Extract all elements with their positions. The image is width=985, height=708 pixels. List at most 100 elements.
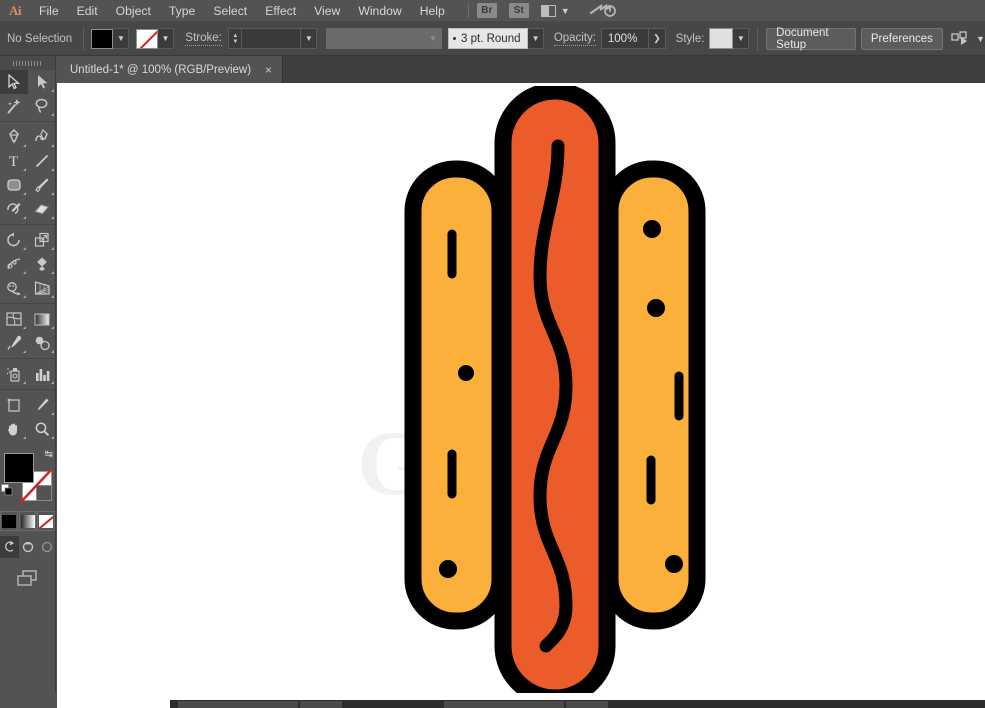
tool-divider-2 [0, 224, 56, 225]
align-chevron-down-icon[interactable]: ▼ [976, 34, 985, 44]
scale-tool[interactable] [28, 228, 56, 252]
tool-divider [0, 121, 56, 122]
document-tab[interactable]: Untitled-1* @ 100% (RGB/Preview) × [56, 56, 283, 83]
brush-definition-dropdown-icon[interactable]: ▼ [528, 28, 544, 49]
style-label: Style: [676, 33, 705, 45]
mesh-tool[interactable] [0, 307, 28, 331]
width-profile-control: ▼ [326, 28, 442, 49]
arrange-documents-icon[interactable]: ▼ [541, 5, 570, 17]
column-graph-tool[interactable] [28, 362, 56, 386]
magic-wand-tool[interactable] [0, 94, 28, 118]
opacity-expand-icon[interactable]: ❯ [649, 28, 666, 49]
artboard-tool[interactable] [0, 393, 28, 417]
align-objects-icon[interactable]: ▼ [951, 31, 985, 46]
paintbrush-tool[interactable] [28, 173, 56, 197]
tool-group-corner-icon [23, 192, 26, 195]
brush-dot-icon [453, 37, 456, 40]
menu-effect[interactable]: Effect [256, 0, 305, 22]
selection-status: No Selection [4, 33, 75, 45]
menu-edit[interactable]: Edit [68, 0, 107, 22]
sync-settings-icon[interactable] [590, 3, 616, 18]
type-tool[interactable]: T [0, 149, 28, 173]
selection-tool[interactable] [0, 70, 28, 94]
curvature-tool[interactable] [28, 125, 56, 149]
taskbar-item[interactable] [444, 701, 564, 708]
symbol-sprayer-tool[interactable] [0, 362, 28, 386]
blend-tool[interactable] [28, 331, 56, 355]
taskbar-strip[interactable] [170, 700, 985, 708]
tool-group-corner-icon [51, 326, 54, 329]
brush-definition-value[interactable]: 3 pt. Round [448, 28, 528, 49]
graphic-style-dropdown-icon[interactable]: ▼ [733, 28, 749, 49]
taskbar-item[interactable] [300, 701, 342, 708]
stroke-weight-input[interactable] [241, 28, 301, 49]
eyedropper-tool[interactable] [0, 331, 28, 355]
menu-help[interactable]: Help [411, 0, 454, 22]
bridge-button[interactable]: Br [477, 3, 497, 18]
default-fill-stroke-icon[interactable] [1, 483, 13, 495]
change-screen-mode-icon[interactable] [0, 564, 56, 594]
stroke-swatch[interactable] [136, 29, 158, 49]
tool-group-corner-icon [23, 436, 26, 439]
stroke-color-control[interactable]: ▼ [136, 28, 174, 49]
document-setup-button[interactable]: Document Setup [766, 28, 856, 50]
tool-group-corner-icon [23, 247, 26, 250]
width-tool[interactable] [0, 252, 28, 276]
stroke-dropdown-icon[interactable]: ▼ [158, 28, 174, 49]
line-segment-tool[interactable] [28, 149, 56, 173]
menu-object[interactable]: Object [107, 0, 160, 22]
draw-behind-button[interactable] [19, 536, 38, 558]
gradient-tool[interactable] [28, 307, 56, 331]
eraser-tool[interactable] [28, 197, 56, 221]
swap-fill-stroke-icon[interactable]: ↹ [45, 449, 53, 460]
stroke-weight-stepper[interactable]: ▲▼ [228, 28, 241, 49]
hot-dog-illustration[interactable] [400, 86, 710, 693]
perspective-grid-tool[interactable] [28, 276, 56, 300]
draw-inside-button[interactable] [37, 536, 56, 558]
lasso-tool[interactable] [28, 94, 56, 118]
slice-tool[interactable] [28, 393, 56, 417]
fill-dropdown-icon[interactable]: ▼ [113, 28, 129, 49]
opacity-label[interactable]: Opacity: [554, 32, 596, 46]
none-mode-button[interactable] [37, 511, 55, 531]
color-mode-button[interactable] [0, 511, 18, 531]
stroke-weight-control[interactable]: ▲▼ ▼ [228, 28, 317, 49]
stroke-label[interactable]: Stroke: [185, 32, 221, 46]
menu-window[interactable]: Window [349, 0, 410, 22]
fill-color-control[interactable]: ▼ [91, 28, 129, 49]
taskbar-gap [344, 701, 348, 708]
taskbar-item[interactable] [350, 701, 442, 708]
taskbar-item[interactable] [566, 701, 608, 708]
menu-file[interactable]: File [30, 0, 68, 22]
canvas-area[interactable]: G X / 网 system.com [57, 83, 985, 693]
brush-definition-control[interactable]: 3 pt. Round ▼ [448, 28, 544, 49]
gradient-mode-button[interactable] [19, 511, 37, 531]
stroke-weight-dropdown-icon[interactable]: ▼ [301, 28, 317, 49]
graphic-style-control[interactable]: ▼ [709, 28, 749, 49]
menu-type[interactable]: Type [160, 0, 204, 22]
rotate-tool[interactable] [0, 228, 28, 252]
tool-group-corner-icon [23, 295, 26, 298]
opacity-control[interactable]: 100% ❯ [601, 28, 666, 49]
zoom-tool[interactable] [28, 417, 56, 441]
panel-grip[interactable] [0, 56, 55, 70]
free-transform-tool[interactable] [28, 252, 56, 276]
hand-tool[interactable] [0, 417, 28, 441]
paint-mode-group [0, 511, 56, 531]
stock-button[interactable]: St [509, 3, 529, 18]
preferences-button[interactable]: Preferences [861, 28, 943, 50]
opacity-input[interactable]: 100% [601, 28, 649, 49]
draw-normal-button[interactable] [0, 536, 19, 558]
menu-view[interactable]: View [305, 0, 349, 22]
direct-selection-tool[interactable] [28, 70, 56, 94]
fill-color-indicator[interactable] [4, 453, 34, 483]
graphic-style-swatch[interactable] [709, 28, 733, 49]
fill-swatch[interactable] [91, 29, 113, 49]
rectangle-tool[interactable] [0, 173, 28, 197]
pen-tool[interactable] [0, 125, 28, 149]
shaper-tool[interactable] [0, 197, 28, 221]
taskbar-item[interactable] [178, 701, 298, 708]
shape-builder-tool[interactable] [0, 276, 28, 300]
close-icon[interactable]: × [265, 64, 272, 76]
menu-select[interactable]: Select [204, 0, 256, 22]
